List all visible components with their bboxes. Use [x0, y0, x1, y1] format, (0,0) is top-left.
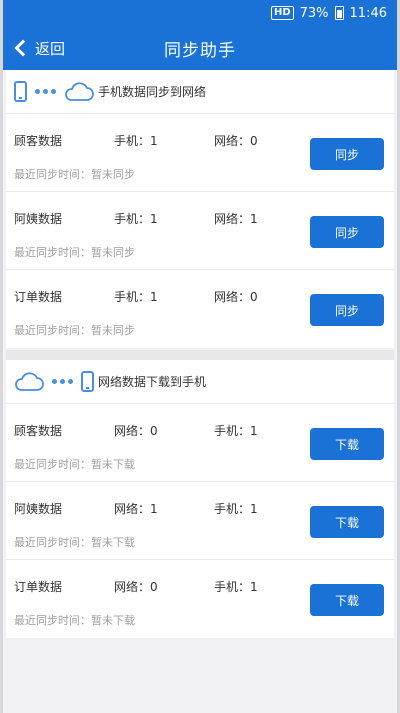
back-button[interactable]: 返回 [9, 26, 65, 70]
data-type-label: 顾客数据 [14, 134, 63, 148]
section-divider [6, 350, 394, 360]
network-count: 网络：1 [214, 212, 258, 226]
app-frame: HD 73% 11:46 返回 同步助手 手机数据同步到网络 顾客数据 手机：1… [0, 0, 400, 713]
phone-count: 手机：1 [114, 290, 158, 304]
data-type-label: 顾客数据 [14, 424, 63, 438]
list-item: 阿姨数据 手机：1 网络：1 最近同步时间：暂未同步 同步 [6, 192, 394, 270]
network-count: 网络：0 [214, 290, 258, 304]
sync-button[interactable]: 同步 [310, 138, 384, 170]
battery-percent: 73% [299, 5, 329, 21]
battery-icon [334, 6, 344, 20]
list-item: 订单数据 网络：0 手机：1 最近同步时间：暂未下载 下载 [6, 560, 394, 638]
upload-section-title: 手机数据同步到网络 [98, 85, 207, 99]
last-sync-time: 最近同步时间：暂未下载 [14, 536, 135, 549]
dots-icon [52, 379, 73, 384]
phone-icon [81, 371, 94, 392]
download-section-header: 网络数据下载到手机 [6, 360, 394, 404]
page-title: 同步助手 [164, 40, 236, 61]
sync-button[interactable]: 同步 [310, 294, 384, 326]
phone-count: 手机：1 [114, 212, 158, 226]
sync-button[interactable]: 同步 [310, 216, 384, 248]
last-sync-time: 最近同步时间：暂未同步 [14, 168, 135, 181]
back-label: 返回 [35, 39, 66, 58]
list-item: 顾客数据 手机：1 网络：0 最近同步时间：暂未同步 同步 [6, 114, 394, 192]
phone-count: 手机：1 [114, 134, 158, 148]
data-type-label: 订单数据 [14, 290, 63, 304]
phone-count: 手机：1 [214, 502, 258, 516]
data-type-label: 阿姨数据 [14, 502, 63, 516]
last-sync-time: 最近同步时间：暂未同步 [14, 246, 135, 259]
phone-icon [14, 81, 27, 102]
phone-count: 手机：1 [214, 580, 258, 594]
list-item: 订单数据 手机：1 网络：0 最近同步时间：暂未同步 同步 [6, 270, 394, 348]
data-type-label: 订单数据 [14, 580, 63, 594]
data-type-label: 阿姨数据 [14, 212, 63, 226]
status-bar: HD 73% 11:46 [3, 0, 397, 26]
phone-count: 手机：1 [214, 424, 258, 438]
last-sync-time: 最近同步时间：暂未同步 [14, 324, 135, 337]
download-section-title: 网络数据下载到手机 [98, 375, 207, 389]
list-item: 阿姨数据 网络：1 手机：1 最近同步时间：暂未下载 下载 [6, 482, 394, 560]
hd-indicator: HD [270, 6, 294, 20]
dots-icon [35, 89, 56, 94]
upload-section: 手机数据同步到网络 顾客数据 手机：1 网络：0 最近同步时间：暂未同步 同步 … [6, 70, 394, 348]
last-sync-time: 最近同步时间：暂未下载 [14, 614, 135, 627]
network-count: 网络：0 [114, 424, 158, 438]
last-sync-time: 最近同步时间：暂未下载 [14, 458, 135, 471]
cloud-icon [65, 81, 94, 101]
download-button[interactable]: 下载 [310, 428, 384, 460]
list-item: 顾客数据 网络：0 手机：1 最近同步时间：暂未下载 下载 [6, 404, 394, 482]
download-button[interactable]: 下载 [310, 584, 384, 616]
network-count: 网络：1 [114, 502, 158, 516]
status-time: 11:46 [349, 5, 387, 21]
download-section: 网络数据下载到手机 顾客数据 网络：0 手机：1 最近同步时间：暂未下载 下载 … [6, 360, 394, 638]
download-button[interactable]: 下载 [310, 506, 384, 538]
back-chevron-icon [14, 39, 32, 57]
network-count: 网络：0 [214, 134, 258, 148]
upload-section-header: 手机数据同步到网络 [6, 70, 394, 114]
cloud-icon [15, 371, 44, 391]
network-count: 网络：0 [114, 580, 158, 594]
nav-header: 返回 同步助手 [3, 26, 397, 70]
